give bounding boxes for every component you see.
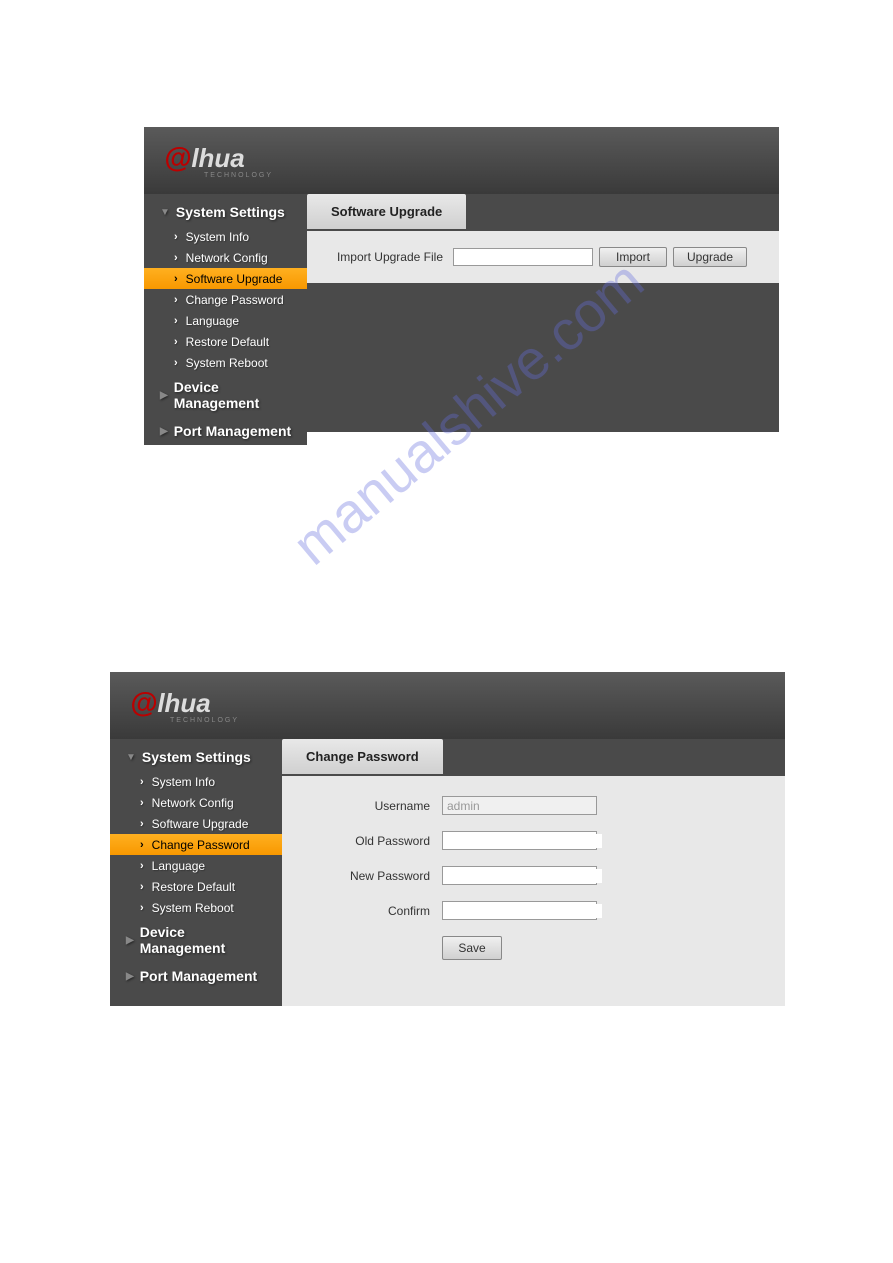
upgrade-file-input[interactable]: [453, 248, 593, 266]
sidebar-section-label: System Settings: [176, 204, 285, 220]
logo-brand: lhua: [191, 143, 244, 174]
chevron-right-icon: ›: [174, 252, 178, 264]
sidebar-section-device-management[interactable]: ▶ Device Management: [144, 373, 307, 417]
sidebar-section-label: Port Management: [140, 968, 257, 984]
logo-tagline: TECHNOLOGY: [170, 717, 239, 724]
chevron-right-icon: ›: [140, 902, 144, 914]
save-button[interactable]: Save: [442, 936, 502, 960]
sidebar-item-change-password[interactable]: › Change Password: [110, 834, 282, 855]
new-password-label: New Password: [300, 869, 430, 883]
new-password-field[interactable]: [442, 866, 597, 885]
logo-tagline: TECHNOLOGY: [204, 172, 273, 179]
sidebar-item-label: Language: [186, 314, 239, 328]
tab-change-password[interactable]: Change Password: [282, 739, 443, 774]
sidebar-item-label: System Info: [152, 775, 215, 789]
sidebar-item-network-config[interactable]: › Network Config: [110, 792, 282, 813]
new-password-input[interactable]: [447, 869, 602, 883]
sidebar-section-device-management[interactable]: ▶ Device Management: [110, 918, 282, 962]
chevron-right-icon: ›: [140, 839, 144, 851]
confirm-password-input[interactable]: [447, 904, 602, 918]
username-label: Username: [300, 799, 430, 813]
sidebar: ▼ System Settings › System Info › Network …: [110, 739, 282, 1006]
confirm-password-field[interactable]: [442, 901, 597, 920]
sidebar-item-language[interactable]: › Language: [144, 310, 307, 331]
chevron-right-icon: ▶: [126, 935, 134, 946]
chevron-right-icon: ›: [140, 776, 144, 788]
content: Change Password Username Old Password: [282, 739, 785, 1006]
sidebar-item-software-upgrade[interactable]: › Software Upgrade: [110, 813, 282, 834]
logo-at: @: [164, 142, 191, 174]
sidebar-item-change-password[interactable]: › Change Password: [144, 289, 307, 310]
logo-at: @: [130, 687, 157, 719]
chevron-right-icon: ›: [174, 336, 178, 348]
sidebar-item-software-upgrade[interactable]: › Software Upgrade: [144, 268, 307, 289]
sidebar-item-label: Software Upgrade: [186, 272, 283, 286]
chevron-right-icon: ›: [174, 357, 178, 369]
tabbar: Change Password: [282, 739, 785, 776]
logo: @ lhua TECHNOLOGY: [164, 142, 273, 179]
old-password-input[interactable]: [447, 834, 602, 848]
sidebar-item-label: Restore Default: [186, 335, 269, 349]
logo: @ lhua TECHNOLOGY: [130, 687, 239, 724]
sidebar-section-system-settings[interactable]: ▼ System Settings: [144, 198, 307, 226]
sidebar-item-system-info[interactable]: › System Info: [144, 226, 307, 247]
chevron-right-icon: ›: [140, 881, 144, 893]
sidebar-item-label: Change Password: [152, 838, 250, 852]
chevron-right-icon: ›: [140, 860, 144, 872]
sidebar-item-label: Restore Default: [152, 880, 235, 894]
chevron-right-icon: ›: [174, 273, 178, 285]
sidebar-item-label: Network Config: [152, 796, 234, 810]
logo-brand: lhua: [157, 688, 210, 719]
import-button[interactable]: Import: [599, 247, 667, 267]
chevron-right-icon: ›: [174, 315, 178, 327]
upgrade-button[interactable]: Upgrade: [673, 247, 747, 267]
chevron-right-icon: ›: [140, 818, 144, 830]
sidebar-section-system-settings[interactable]: ▼ System Settings: [110, 743, 282, 771]
sidebar-section-port-management[interactable]: ▶ Port Management: [110, 962, 282, 990]
header: @ lhua TECHNOLOGY: [110, 672, 785, 739]
sidebar-section-label: System Settings: [142, 749, 251, 765]
sidebar-item-system-reboot[interactable]: › System Reboot: [144, 352, 307, 373]
username-input: [442, 796, 597, 815]
tabbar: Software Upgrade: [307, 194, 779, 231]
old-password-field[interactable]: [442, 831, 597, 850]
sidebar-section-label: Port Management: [174, 423, 291, 439]
sidebar-item-language[interactable]: › Language: [110, 855, 282, 876]
panel-software-upgrade: @ lhua TECHNOLOGY ▼ System Settings › Sys…: [144, 127, 779, 432]
sidebar-item-label: Change Password: [186, 293, 284, 307]
content-body: Username Old Password New Password: [282, 776, 785, 1006]
sidebar-item-label: System Info: [186, 230, 249, 244]
chevron-right-icon: ›: [174, 231, 178, 243]
content: Software Upgrade Import Upgrade File Imp…: [307, 194, 779, 445]
sidebar-item-restore-default[interactable]: › Restore Default: [110, 876, 282, 897]
sidebar-item-network-config[interactable]: › Network Config: [144, 247, 307, 268]
sidebar-item-label: Network Config: [186, 251, 268, 265]
sidebar-item-label: Language: [152, 859, 205, 873]
sidebar-item-label: System Reboot: [186, 356, 268, 370]
sidebar-item-label: Software Upgrade: [152, 817, 249, 831]
chevron-right-icon: ▶: [160, 426, 168, 437]
sidebar-item-system-reboot[interactable]: › System Reboot: [110, 897, 282, 918]
sidebar-section-label: Device Management: [174, 379, 299, 411]
chevron-right-icon: ›: [174, 294, 178, 306]
sidebar-item-restore-default[interactable]: › Restore Default: [144, 331, 307, 352]
confirm-password-label: Confirm: [300, 904, 430, 918]
sidebar-section-label: Device Management: [140, 924, 274, 956]
chevron-down-icon: ▼: [160, 207, 170, 218]
sidebar: ▼ System Settings › System Info › Network …: [144, 194, 307, 445]
old-password-label: Old Password: [300, 834, 430, 848]
sidebar-item-label: System Reboot: [152, 901, 234, 915]
upgrade-file-label: Import Upgrade File: [325, 250, 443, 264]
chevron-right-icon: ›: [140, 797, 144, 809]
sidebar-section-port-management[interactable]: ▶ Port Management: [144, 417, 307, 445]
header: @ lhua TECHNOLOGY: [144, 127, 779, 194]
sidebar-item-system-info[interactable]: › System Info: [110, 771, 282, 792]
tab-software-upgrade[interactable]: Software Upgrade: [307, 194, 466, 229]
panel-change-password: @ lhua TECHNOLOGY ▼ System Settings › Sys…: [110, 672, 785, 999]
chevron-right-icon: ▶: [160, 390, 168, 401]
chevron-down-icon: ▼: [126, 752, 136, 763]
chevron-right-icon: ▶: [126, 971, 134, 982]
content-body: Import Upgrade File Import Upgrade: [307, 231, 779, 283]
